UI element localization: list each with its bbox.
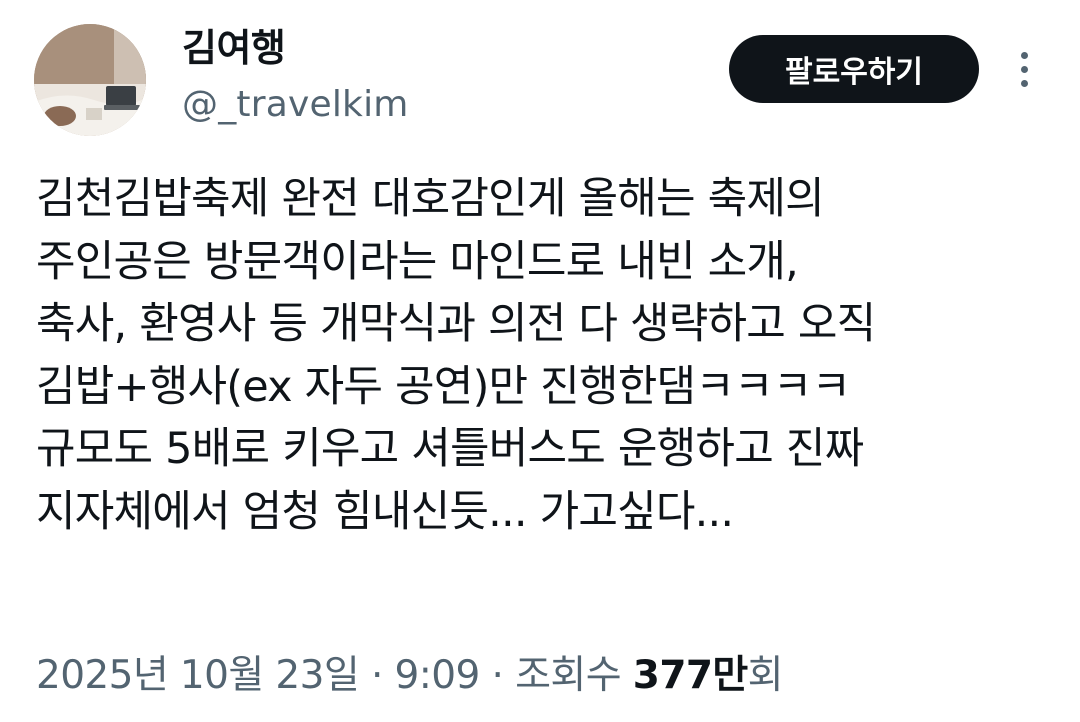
user-handle[interactable]: @_travelkim (182, 82, 409, 128)
tweet-line: 규모도 5배로 키우고 셔틀버스도 운행하고 진짜 (36, 424, 864, 474)
avatar[interactable] (34, 24, 146, 136)
tweet-date[interactable]: 2025년 10월 23일 (36, 653, 360, 698)
dot (1020, 65, 1028, 73)
tweet-line: 지자체에서 엄청 힘내신듯... 가고싶다... (36, 486, 734, 537)
tweet-line: 축사, 환영사 등 개막식과 의전 다 생략하고 오직 (36, 299, 876, 349)
views-label: 조회수 (515, 653, 633, 698)
views-suffix: 회 (747, 653, 784, 698)
dot (1020, 79, 1028, 87)
views-count: 377만 (632, 653, 748, 698)
display-name[interactable]: 김여행 (182, 24, 286, 72)
meta-separator: · (479, 653, 516, 698)
follow-button[interactable]: 팔로우하기 (729, 35, 979, 103)
tweet-text: 김천김밥축제 완전 대호감인게 올해는 축제의 주인공은 방문객이라는 마인드로… (36, 168, 1056, 543)
tweet-line: 주인공은 방문객이라는 마인드로 내빈 소개, (36, 236, 799, 287)
meta-separator: · (359, 653, 395, 698)
tweet-meta: 2025년 10월 23일 · 9:09 · 조회수 377만회 (36, 648, 784, 704)
tweet-line: 김밥+행사(ex 자두 공연)만 진행한댐ㅋㅋㅋㅋ (36, 361, 851, 412)
dot (1020, 51, 1028, 59)
avatar-photo (34, 24, 146, 136)
tweet-line: 김천김밥축제 완전 대호감인게 올해는 축제의 (36, 174, 825, 224)
more-vertical-icon[interactable] (1006, 46, 1042, 92)
tweet-time[interactable]: 9:09 (395, 653, 481, 698)
